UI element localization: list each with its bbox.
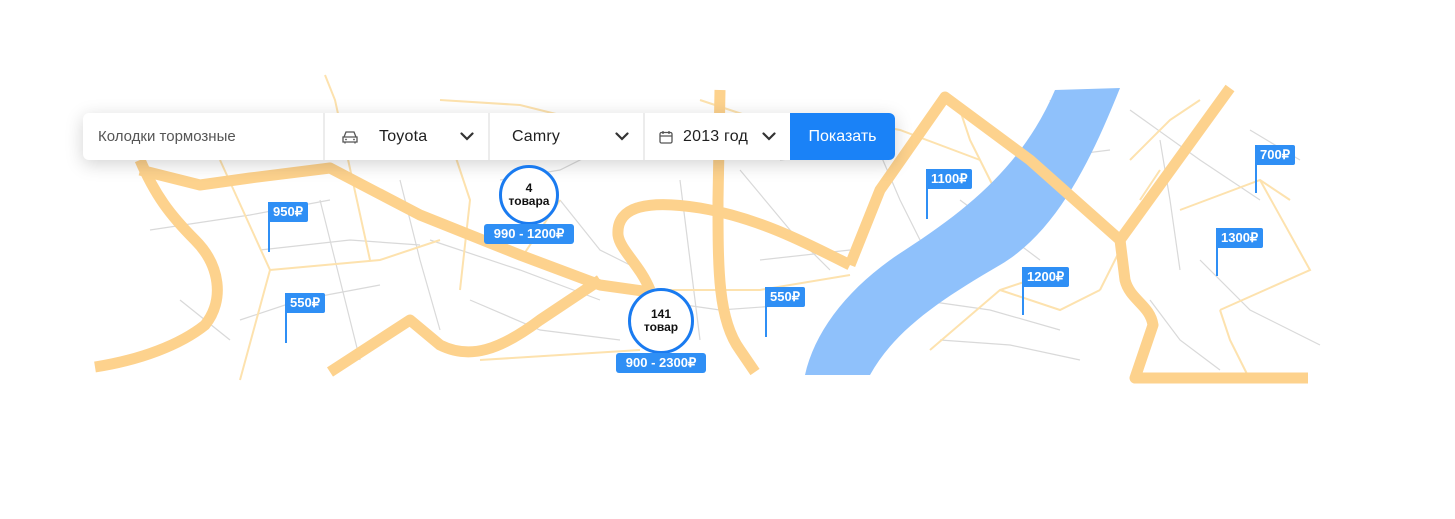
cluster-price-range: 990 - 1200₽ bbox=[483, 224, 575, 244]
cluster-marker[interactable]: 4 товара 990 - 1200₽ bbox=[473, 165, 585, 244]
cluster-marker[interactable]: 141 товар 900 - 2300₽ bbox=[605, 288, 717, 373]
part-search-value: Колодки тормозные bbox=[98, 128, 236, 145]
price-label: 550₽ bbox=[285, 293, 325, 313]
year-select[interactable]: 2013 год bbox=[645, 113, 790, 160]
price-label: 550₽ bbox=[765, 287, 805, 307]
price-label: 950₽ bbox=[268, 202, 308, 222]
car-icon bbox=[341, 130, 359, 144]
calendar-icon bbox=[659, 130, 673, 144]
price-label: 1100₽ bbox=[926, 169, 973, 189]
show-button[interactable]: Показать bbox=[790, 113, 895, 160]
chevron-down-icon bbox=[615, 132, 629, 141]
map[interactable] bbox=[0, 0, 1455, 519]
chevron-down-icon bbox=[762, 132, 776, 141]
model-select[interactable]: Camry bbox=[490, 113, 645, 160]
year-value: 2013 год bbox=[683, 127, 749, 145]
price-label: 1300₽ bbox=[1216, 228, 1264, 248]
chevron-down-icon bbox=[460, 132, 474, 141]
make-value: Toyota bbox=[379, 127, 428, 145]
cluster-unit: товар bbox=[643, 320, 679, 334]
search-toolbar: Колодки тормозные Toyota Camry 2013 год … bbox=[83, 113, 895, 160]
part-search-input[interactable]: Колодки тормозные bbox=[83, 113, 325, 160]
cluster-circle: 141 товар bbox=[628, 288, 694, 354]
price-label: 1200₽ bbox=[1022, 267, 1070, 287]
make-select[interactable]: Toyota bbox=[325, 113, 490, 160]
model-value: Camry bbox=[512, 127, 561, 145]
price-label: 700₽ bbox=[1255, 145, 1295, 165]
cluster-circle: 4 товара bbox=[499, 165, 559, 225]
cluster-unit: товара bbox=[508, 194, 550, 208]
cluster-price-range: 900 - 2300₽ bbox=[615, 353, 707, 373]
